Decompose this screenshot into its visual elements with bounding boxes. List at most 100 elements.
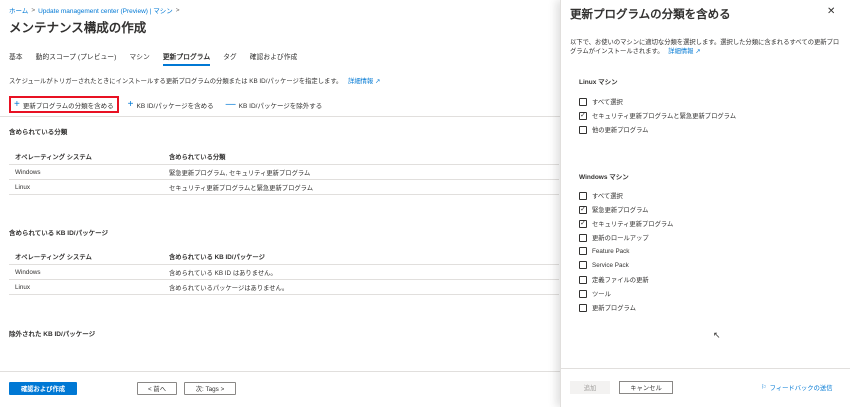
panel-learn-more-link[interactable]: 詳細情報 xyxy=(668,48,693,55)
feedback-link[interactable]: ⚐ フィードバックの送信 xyxy=(761,383,833,392)
plus-icon: + xyxy=(127,98,134,110)
option-label: セキュリティ更新プログラム xyxy=(592,221,674,228)
checkbox[interactable] xyxy=(579,275,587,284)
cell-os: Windows xyxy=(15,168,41,176)
breadcrumb-update-center[interactable]: Update management center (Preview) | マシン xyxy=(38,5,173,15)
table-header: オペレーティング システム 含められている KB ID/パッケージ xyxy=(9,249,559,265)
more-options-icon[interactable]: ··· xyxy=(133,19,144,28)
checkbox[interactable] xyxy=(579,261,587,269)
checkbox[interactable] xyxy=(579,97,587,106)
description-text: スケジュールがトリガーされたときにインストールする更新プログラムの分類または K… xyxy=(9,78,343,85)
header-classification: 含められている分類 xyxy=(169,154,226,161)
cell-os: Linux xyxy=(15,283,31,291)
table-header: オペレーティング システム 含められている分類 xyxy=(9,149,559,165)
main-pane: ホーム > Update management center (Preview)… xyxy=(0,0,560,407)
checkbox[interactable] xyxy=(579,289,587,298)
cell-classification: 緊急更新プログラム, セキュリティ更新プログラム xyxy=(169,169,311,177)
include-classification-panel: 更新プログラムの分類を含める ✕ 以下で、お使いのマシンに適切な分類を選択します… xyxy=(560,0,850,407)
include-kb-label: KB ID/パッケージを含める xyxy=(136,102,214,110)
mouse-cursor-icon: ↖ xyxy=(713,330,721,340)
windows-option[interactable]: すべて選択 xyxy=(579,191,623,200)
header-os: オペレーティング システム xyxy=(15,154,92,161)
excluded-kb-title: 除外された KB ID/パッケージ xyxy=(9,331,96,338)
checkbox[interactable] xyxy=(579,125,587,134)
page-title: メンテナンス構成の作成 xyxy=(9,21,147,35)
add-button[interactable]: 追加 xyxy=(570,381,610,394)
linux-option[interactable]: すべて選択 xyxy=(579,97,623,106)
include-kb-button[interactable]: + KB ID/パッケージを含める xyxy=(125,96,217,113)
windows-option[interactable]: Service Pack xyxy=(579,261,629,269)
panel-description-text: 以下で、お使いのマシンに適切な分類を選択します。選択した分類に含まれるすべての更… xyxy=(570,39,840,55)
footer-divider xyxy=(0,371,560,372)
panel-title: 更新プログラムの分類を含める xyxy=(570,9,731,21)
checkbox[interactable] xyxy=(579,111,587,120)
minus-icon: — xyxy=(225,98,236,110)
tab-review-create[interactable]: 確認および作成 xyxy=(250,51,298,66)
toolbar: + 更新プログラムの分類を含める + KB ID/パッケージを含める — KB … xyxy=(9,96,331,113)
windows-option[interactable]: 更新のロールアップ xyxy=(579,233,649,242)
checkbox[interactable] xyxy=(579,191,587,200)
checkbox[interactable] xyxy=(579,303,587,312)
exclude-kb-button[interactable]: — KB ID/パッケージを除外する xyxy=(223,96,326,113)
tab-basics[interactable]: 基本 xyxy=(9,51,23,66)
option-label: セキュリティ更新プログラムと緊急更新プログラム xyxy=(592,113,737,120)
review-create-button[interactable]: 確認および作成 xyxy=(9,382,77,395)
next-button[interactable]: 次: Tags > xyxy=(184,382,236,395)
tab-updates[interactable]: 更新プログラム xyxy=(162,51,211,66)
option-label: すべて選択 xyxy=(592,99,623,106)
option-label: すべて選択 xyxy=(592,193,623,200)
panel-description: 以下で、お使いのマシンに適切な分類を選択します。選択した分類に含まれるすべての更… xyxy=(570,38,842,56)
header-os: オペレーティング システム xyxy=(15,254,92,261)
wizard-tabs: 基本 動的スコープ (プレビュー) マシン 更新プログラム タグ 確認および作成 xyxy=(9,51,297,66)
included-kb-title: 含められている KB ID/パッケージ xyxy=(9,230,108,237)
cell-kb: 含められているパッケージはありません。 xyxy=(169,284,289,292)
cell-os: Windows xyxy=(15,268,41,276)
windows-option[interactable]: セキュリティ更新プログラム xyxy=(579,219,673,228)
windows-option[interactable]: 緊急更新プログラム xyxy=(579,205,648,214)
windows-option[interactable]: Feature Pack xyxy=(579,247,629,255)
cell-os: Linux xyxy=(15,183,31,191)
table-row: Linux 含められているパッケージはありません。 xyxy=(9,280,559,295)
windows-option[interactable]: 定義ファイルの更新 xyxy=(579,275,649,284)
option-label: 定義ファイルの更新 xyxy=(592,277,649,284)
breadcrumb-home[interactable]: ホーム xyxy=(9,5,28,15)
linux-option[interactable]: 他の更新プログラム xyxy=(579,125,648,134)
table-row: Linux セキュリティ更新プログラムと緊急更新プログラム xyxy=(9,180,559,195)
updates-description: スケジュールがトリガーされたときにインストールする更新プログラムの分類または K… xyxy=(9,76,380,85)
option-label: 緊急更新プログラム xyxy=(592,207,649,214)
include-classification-button[interactable]: + 更新プログラムの分類を含める xyxy=(9,96,119,113)
included-classifications-title: 含められている分類 xyxy=(9,129,68,136)
feedback-label: フィードバックの送信 xyxy=(769,385,833,392)
checkbox[interactable] xyxy=(579,233,587,242)
breadcrumb: ホーム > Update management center (Preview)… xyxy=(9,5,180,16)
breadcrumb-sep: > xyxy=(31,6,36,14)
checkbox[interactable] xyxy=(579,219,587,228)
tab-tags[interactable]: タグ xyxy=(223,51,237,66)
option-label: 他の更新プログラム xyxy=(592,127,649,134)
plus-icon: + xyxy=(14,98,20,110)
learn-more-link[interactable]: 詳細情報 xyxy=(348,78,373,85)
option-label: Service Pack xyxy=(592,261,629,269)
header-kb: 含められている KB ID/パッケージ xyxy=(169,254,265,261)
previous-button[interactable]: < 前へ xyxy=(137,382,177,395)
breadcrumb-sep: > xyxy=(175,6,180,14)
table-row: Windows 緊急更新プログラム, セキュリティ更新プログラム xyxy=(9,165,559,180)
linux-option[interactable]: セキュリティ更新プログラムと緊急更新プログラム xyxy=(579,111,736,120)
external-link-icon: ↗ xyxy=(374,78,381,85)
option-label: Feature Pack xyxy=(592,247,630,255)
checkbox[interactable] xyxy=(579,205,587,214)
tab-dynamic-scope[interactable]: 動的スコープ (プレビュー) xyxy=(36,51,117,66)
cell-kb: 含められている KB ID はありません。 xyxy=(169,269,277,277)
tab-machines[interactable]: マシン xyxy=(129,51,149,66)
option-label: 更新のロールアップ xyxy=(592,235,649,242)
cancel-button[interactable]: キャンセル xyxy=(619,381,673,394)
close-icon[interactable]: ✕ xyxy=(827,6,835,17)
external-link-icon: ↗ xyxy=(695,48,701,55)
windows-option[interactable]: 更新プログラム xyxy=(579,303,636,312)
panel-footer-divider xyxy=(561,368,850,369)
exclude-kb-label: KB ID/パッケージを除外する xyxy=(238,102,323,110)
option-label: ツール xyxy=(592,291,611,298)
checkbox[interactable] xyxy=(579,247,587,255)
windows-group-title: Windows マシン xyxy=(579,174,629,181)
windows-option[interactable]: ツール xyxy=(579,289,611,298)
